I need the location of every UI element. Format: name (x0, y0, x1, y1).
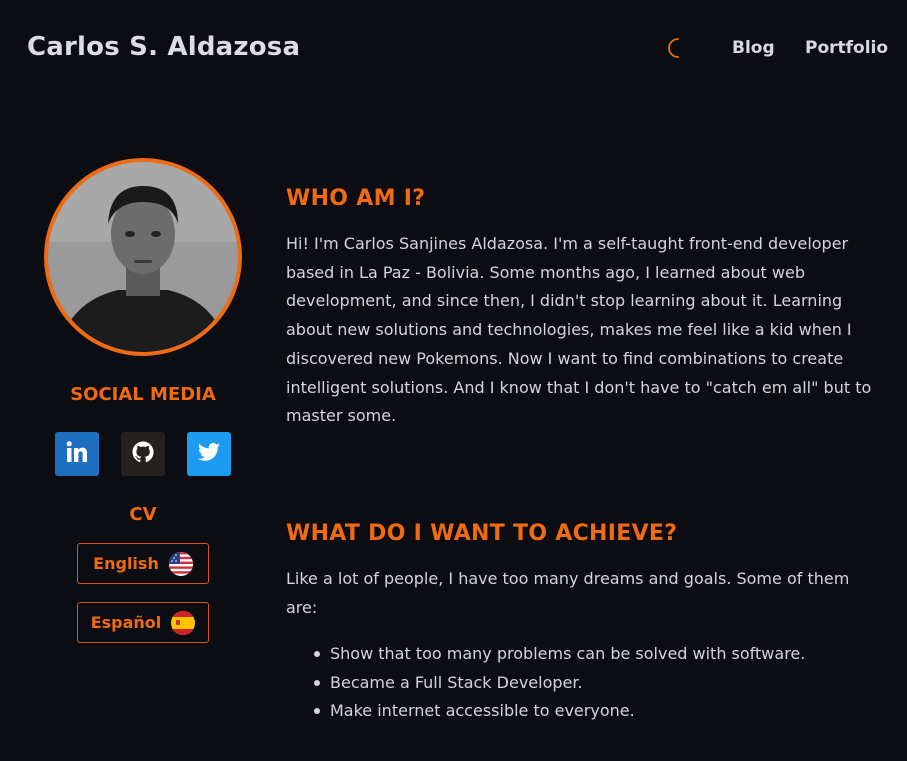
twitter-icon (197, 440, 221, 468)
nav-link-portfolio[interactable]: Portfolio (805, 38, 888, 58)
cv-english-label: English (93, 554, 159, 573)
us-flag-icon (168, 551, 193, 576)
cv-english-button[interactable]: English (77, 543, 209, 584)
goals-list: Show that too many problems can be solve… (313, 640, 805, 726)
list-item: Make internet accessible to everyone. (313, 697, 805, 726)
about-paragraph: Hi! I'm Carlos Sanjines Aldazosa. I'm a … (286, 234, 872, 426)
profile-photo (44, 158, 242, 356)
linkedin-icon (65, 440, 89, 468)
github-button[interactable] (121, 432, 165, 476)
goals-intro: Like a lot of people, I have too many dr… (286, 569, 850, 617)
nav-link-blog[interactable]: Blog (732, 38, 775, 58)
github-icon (131, 440, 155, 468)
list-item: Show that too many problems can be solve… (313, 640, 805, 669)
spain-flag-icon (171, 610, 196, 635)
who-am-i-heading: WHO AM I? (286, 186, 426, 211)
linkedin-button[interactable] (55, 432, 99, 476)
goals-heading: WHAT DO I WANT TO ACHIEVE? (286, 521, 678, 546)
list-item: Became a Full Stack Developer. (313, 669, 805, 698)
moon-icon[interactable] (664, 36, 688, 60)
cv-spanish-button[interactable]: Español (77, 602, 209, 643)
cv-heading: CV (129, 504, 157, 525)
cv-spanish-label: Español (90, 613, 162, 632)
social-media-heading: SOCIAL MEDIA (70, 384, 216, 405)
site-title[interactable]: Carlos S. Aldazosa (27, 32, 300, 62)
site-header: Carlos S. Aldazosa Blog Portfolio (0, 0, 907, 96)
twitter-button[interactable] (187, 432, 231, 476)
